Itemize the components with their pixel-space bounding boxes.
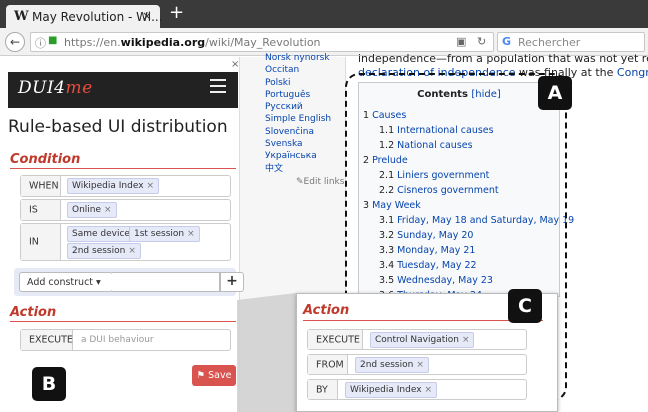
chip-remove-icon[interactable]: ×	[416, 360, 424, 370]
chip-remove-icon[interactable]: ×	[462, 335, 470, 345]
screenshot: W May Revolution - Wi... × + ← ⓘ ■ https…	[0, 0, 648, 412]
badge-c: C	[508, 289, 542, 323]
callout-from-row: FROM 2nd session ×	[307, 354, 527, 375]
badge-a: A	[538, 76, 572, 110]
callout-execute-label: EXECUTE	[308, 330, 363, 349]
callout-execute-row: EXECUTE Control Navigation ×	[307, 329, 527, 350]
zoom-funnel-shape	[237, 293, 296, 412]
callout-action-heading: Action	[303, 303, 350, 318]
badge-b: B	[32, 367, 66, 401]
chip-2nd-session[interactable]: 2nd session ×	[355, 357, 429, 373]
chip-remove-icon[interactable]: ×	[425, 385, 433, 395]
callout-by-row: BY Wikipedia Index ×	[307, 379, 527, 400]
chip-control-navigation[interactable]: Control Navigation ×	[370, 332, 475, 348]
callout-by-label: BY	[308, 380, 338, 399]
chip-wikipedia-index[interactable]: Wikipedia Index ×	[345, 382, 438, 398]
divider	[303, 320, 543, 321]
callout-from-label: FROM	[308, 355, 348, 374]
